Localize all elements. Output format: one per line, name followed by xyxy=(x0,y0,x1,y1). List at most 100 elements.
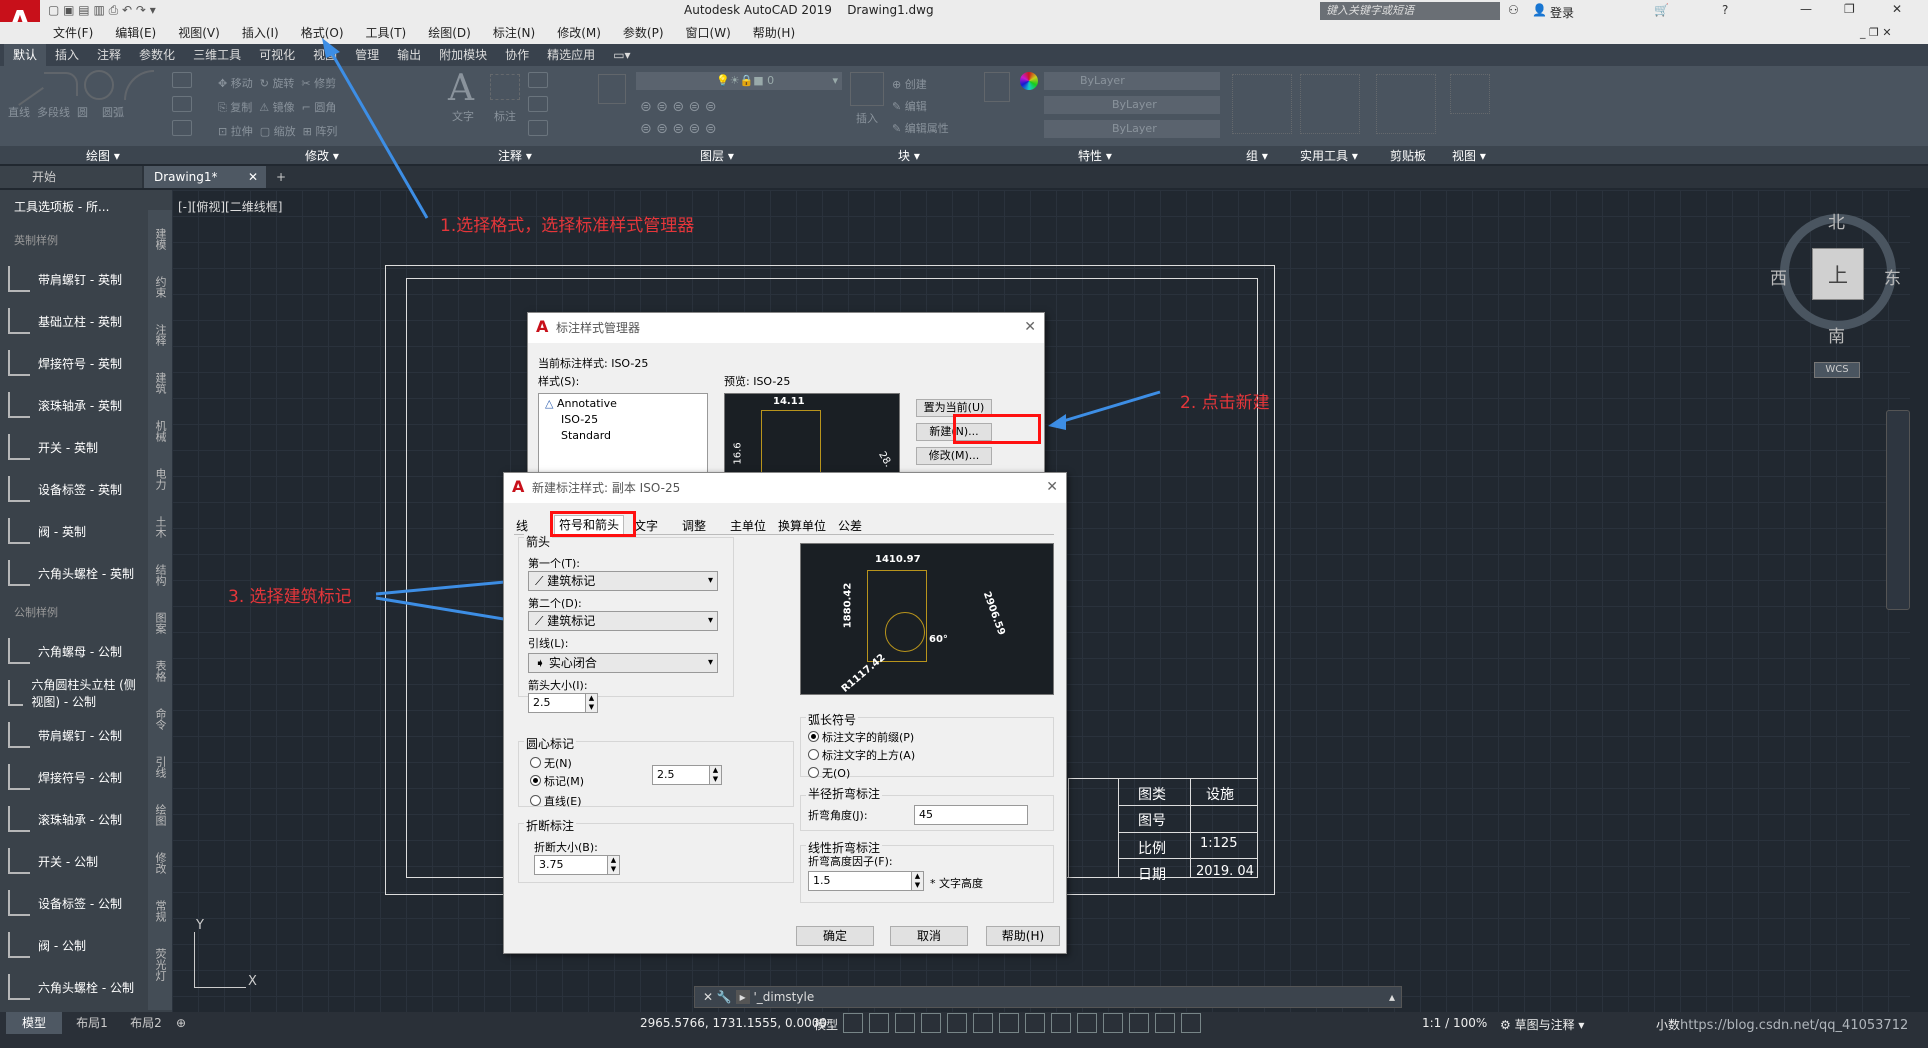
palette-item[interactable]: 基础立柱 - 英制 xyxy=(8,304,144,338)
style-item-iso25[interactable]: ISO-25 xyxy=(545,412,701,428)
annotation-visibility-icon[interactable] xyxy=(1181,1013,1201,1033)
palette-strip-tab[interactable]: 绘图 xyxy=(152,804,168,826)
palette-strip-tab[interactable]: 结构 xyxy=(152,564,168,586)
palette-strip-tab[interactable]: 表格 xyxy=(152,660,168,682)
palette-item[interactable]: 阀 - 英制 xyxy=(8,514,144,548)
model-space-button[interactable]: 模型 xyxy=(814,1016,838,1033)
palette-item[interactable]: 焊接符号 - 公制 xyxy=(8,760,144,794)
nds-close-button[interactable]: ✕ xyxy=(1046,479,1058,495)
cart-icon[interactable]: 🛒 xyxy=(1654,3,1669,17)
ribbon-tab-5[interactable]: 可视化 xyxy=(250,44,304,66)
palette-item[interactable]: 带肩螺钉 - 公制 xyxy=(8,718,144,752)
panel-layers[interactable]: 图层 ▾ xyxy=(700,147,734,164)
line-tool[interactable] xyxy=(2,64,44,106)
ribbon-tab-2[interactable]: 注释 xyxy=(88,44,130,66)
circle-tool[interactable] xyxy=(84,70,114,100)
clipboard-tools[interactable] xyxy=(1376,74,1436,134)
ribbon-tab-6[interactable]: 视图 xyxy=(304,44,346,66)
text-tool[interactable]: A xyxy=(448,68,474,109)
help-icon[interactable]: ? xyxy=(1722,3,1728,17)
tab-tolerances[interactable]: 公差 xyxy=(838,517,862,534)
tab-lines[interactable]: 线 xyxy=(516,517,528,534)
gizmo-icon[interactable] xyxy=(1155,1013,1175,1033)
status-toolbar[interactable] xyxy=(840,1012,1400,1034)
viewport-label[interactable]: [-][俯视][二维线框] xyxy=(178,198,282,215)
menu-item-1[interactable]: 编辑(E) xyxy=(104,22,167,44)
ribbon-tab-4[interactable]: 三维工具 xyxy=(184,44,250,66)
jog-angle-input[interactable]: 45 xyxy=(914,805,1028,825)
layout-tab-model[interactable]: 模型 xyxy=(6,1012,62,1034)
layer-combo[interactable]: 💡☀🔒■ 0 ▾ xyxy=(636,72,842,90)
user-icon[interactable]: 👤 xyxy=(1532,3,1547,17)
panel-annotation[interactable]: 注释 ▾ xyxy=(498,147,532,164)
arc-tool[interactable] xyxy=(124,70,154,100)
linear-dim-tool[interactable] xyxy=(528,72,548,88)
group-tools[interactable] xyxy=(1232,74,1292,134)
panel-view[interactable]: 视图 ▾ xyxy=(1452,147,1486,164)
palette-strip-tab[interactable]: 土木 xyxy=(152,516,168,538)
palette-strip-tab[interactable]: 修改 xyxy=(152,852,168,874)
palette-item[interactable]: 开关 - 英制 xyxy=(8,430,144,464)
arc-above-radio[interactable]: 标注文字的上方(A) xyxy=(808,747,915,763)
restore-button[interactable]: ❐ xyxy=(1844,2,1855,16)
menu-item-9[interactable]: 参数(P) xyxy=(612,22,675,44)
ribbon-tab-0[interactable]: 默认 xyxy=(4,44,47,66)
palette-item[interactable]: 开关 - 公制 xyxy=(8,844,144,878)
palette-strip-tab[interactable]: 建模 xyxy=(152,228,168,250)
login-button[interactable]: 登录 xyxy=(1550,4,1574,21)
first-arrow-combo[interactable]: ⟋ 建筑标记 ▾ xyxy=(528,571,718,591)
palette-item[interactable]: 六角头螺栓 - 公制 xyxy=(8,970,144,1004)
panel-block[interactable]: 块 ▾ xyxy=(898,147,920,164)
color-combo[interactable]: ByLayer xyxy=(1044,72,1220,90)
grid-icon[interactable] xyxy=(843,1013,863,1033)
polar-icon[interactable] xyxy=(921,1013,941,1033)
dimension-tool[interactable] xyxy=(490,74,520,100)
menu-item-8[interactable]: 修改(M) xyxy=(546,22,612,44)
menu-item-4[interactable]: 格式(O) xyxy=(290,22,355,44)
new-tab-button[interactable]: + xyxy=(276,166,286,188)
panel-properties[interactable]: 特性 ▾ xyxy=(1078,147,1112,164)
color-wheel-icon[interactable] xyxy=(1020,72,1038,90)
tab-alternate-units[interactable]: 换算单位 xyxy=(778,517,826,534)
palette-strip-tab[interactable]: 图案 xyxy=(152,612,168,634)
dynamic-ucs-icon[interactable] xyxy=(1103,1013,1123,1033)
ellipse-tool[interactable] xyxy=(172,120,192,136)
layout-tab-1[interactable]: 布局1 xyxy=(66,1012,118,1034)
center-line-radio[interactable]: 直线(E) xyxy=(530,793,582,809)
palette-strip-tab[interactable]: 荧光灯 xyxy=(152,948,168,981)
palette-strip-tab[interactable]: 注释 xyxy=(152,324,168,346)
ribbon-tab-1[interactable]: 插入 xyxy=(46,44,88,66)
hatch-tool[interactable] xyxy=(172,96,192,112)
center-size-spinner[interactable]: 2.5 ▲ ▼ xyxy=(652,765,722,785)
arrow-size-spinner[interactable]: 2.5 ▲ ▼ xyxy=(528,693,598,713)
palette-item[interactable]: 六角圆柱头立柱 (侧视图) - 公制 xyxy=(8,676,144,710)
otrack-icon[interactable] xyxy=(973,1013,993,1033)
menu-item-5[interactable]: 工具(T) xyxy=(355,22,418,44)
panel-modify[interactable]: 修改 ▾ xyxy=(305,147,339,164)
3d-osnap-icon[interactable] xyxy=(1077,1013,1097,1033)
panel-clipboard[interactable]: 剪贴板 xyxy=(1390,147,1426,164)
leader-tool[interactable] xyxy=(528,96,548,112)
rectangle-tool[interactable] xyxy=(172,72,192,88)
insert-block-button[interactable] xyxy=(850,72,884,106)
viewcube-south[interactable]: 南 xyxy=(1828,322,1845,347)
ribbon-tab-7[interactable]: 管理 xyxy=(346,44,388,66)
window-controls[interactable]: _ ❐ ✕ xyxy=(1860,26,1892,39)
tab-drawing1[interactable]: Drawing1* ✕ xyxy=(144,166,266,188)
search-input[interactable]: 键入关键字或短语 xyxy=(1320,2,1500,20)
palette-strip-tab[interactable]: 引线 xyxy=(152,756,168,778)
palette-strip-tab[interactable]: 电力 xyxy=(152,468,168,490)
viewcube-north[interactable]: 北 xyxy=(1828,208,1845,233)
leader-arrow-combo[interactable]: ➧ 实心闭合 ▾ xyxy=(528,653,718,673)
palette-strip-tab[interactable]: 命令 xyxy=(152,708,168,730)
match-properties-button[interactable] xyxy=(984,72,1010,102)
jog-height-spinner[interactable]: 1.5 ▲ ▼ xyxy=(808,871,924,891)
style-item-annotative[interactable]: △ Annotative xyxy=(545,396,701,412)
binoculars-icon[interactable]: ⚇ xyxy=(1508,3,1519,17)
modify-tools[interactable]: ✥ 移动 ↻ 旋转 ✂ 修剪 ⎘ 复制 ⚠ 镜像 ⌐ 圆角 ⊡ 拉伸 ▢ 缩放 … xyxy=(218,72,337,144)
dsm-style-list[interactable]: △ Annotative ISO-25 Standard xyxy=(538,393,708,483)
add-layout-button[interactable]: ⊕ xyxy=(176,1012,186,1034)
palette-item[interactable]: 滚珠轴承 - 英制 xyxy=(8,388,144,422)
layout-tab-2[interactable]: 布局2 xyxy=(120,1012,172,1034)
arc-none-radio[interactable]: 无(O) xyxy=(808,765,850,781)
